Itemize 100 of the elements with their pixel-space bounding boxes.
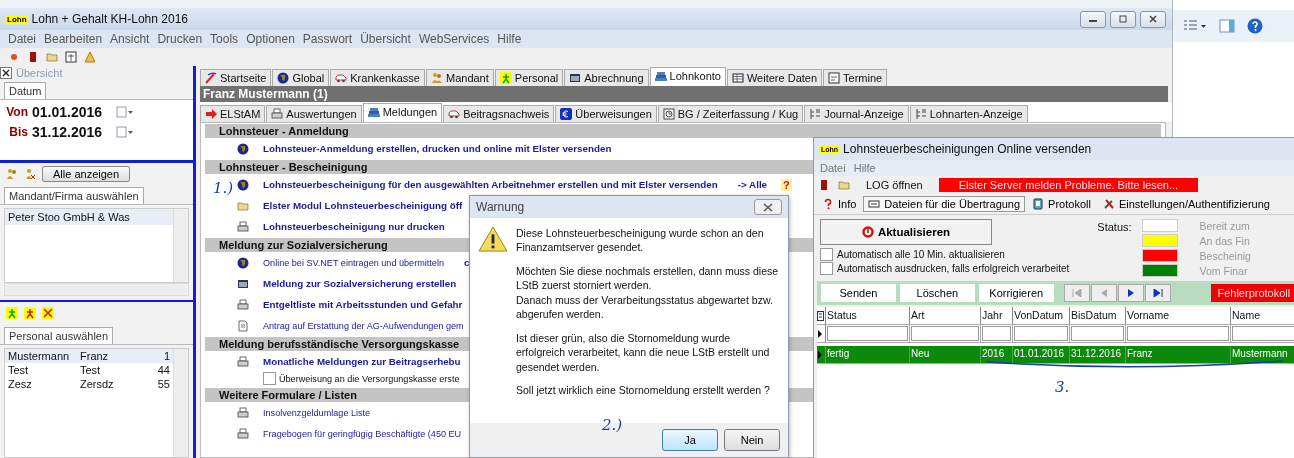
column-header[interactable]: BisDatum <box>1070 307 1126 324</box>
tab[interactable]: Termine <box>823 69 888 86</box>
last-button[interactable] <box>1144 284 1171 302</box>
filter-field[interactable] <box>1232 326 1294 341</box>
next-button[interactable] <box>1117 284 1144 302</box>
calendar-dropdown-icon[interactable] <box>116 106 134 119</box>
door-icon[interactable] <box>27 51 39 63</box>
tab[interactable]: Mandant/Firma auswählen <box>4 187 144 205</box>
calendar-icon[interactable] <box>65 51 77 63</box>
checkbox[interactable] <box>820 262 833 275</box>
link[interactable]: Monatliche Meldungen zur Beitragserhebu <box>263 356 461 367</box>
filter-field[interactable] <box>827 326 908 341</box>
tab[interactable]: Auswertungen <box>266 105 362 122</box>
column-header[interactable]: VonDatum <box>1013 307 1070 324</box>
menu-item[interactable]: Datei <box>816 162 850 174</box>
runner-icon[interactable] <box>24 307 36 320</box>
scrollbar[interactable] <box>173 209 188 282</box>
folder-icon[interactable] <box>838 179 850 191</box>
tab[interactable]: Weitere Daten <box>726 69 823 86</box>
error-log-button[interactable]: Fehlerprotokoll <box>1210 284 1294 302</box>
link[interactable]: Online bei SV.NET eintragen und übermitteln <box>263 257 444 268</box>
menu-item[interactable]: Ansicht <box>106 32 154 46</box>
checkbox[interactable] <box>263 372 276 385</box>
people-icon[interactable] <box>24 168 36 181</box>
link[interactable]: Elster Modul Lohnsteuerbescheinigung öff <box>263 200 463 211</box>
date-field[interactable]: 01.01.2016 <box>32 104 112 121</box>
column-header[interactable]: Art <box>910 307 981 324</box>
link[interactable]: c <box>464 257 470 268</box>
tab[interactable]: Dateien für die Übertragung <box>863 196 1026 212</box>
help-icon[interactable] <box>1247 18 1263 34</box>
menu-item[interactable]: Bearbeiten <box>40 32 107 46</box>
tab[interactable]: Startseite <box>200 69 272 86</box>
folder-icon[interactable] <box>46 51 58 63</box>
menu-item[interactable]: Hilfe <box>493 32 526 46</box>
minimize-button[interactable] <box>1080 10 1106 28</box>
door-icon[interactable] <box>818 179 830 191</box>
dialog-button[interactable]: Ja <box>662 429 718 451</box>
filter-field[interactable] <box>911 326 979 341</box>
tab[interactable]: Meldungen <box>362 103 443 122</box>
tab[interactable]: ELStAM <box>200 105 266 122</box>
tab[interactable]: Global <box>272 69 330 86</box>
tab[interactable]: Info <box>817 196 862 212</box>
tab[interactable]: Mandant <box>426 69 494 86</box>
filter-field[interactable] <box>1014 326 1068 341</box>
menu-item[interactable]: Datei <box>4 32 40 46</box>
table-row[interactable]: fertig Neu 2016 01.01.2016 31.12.2016 Franz Mustermann <box>817 346 1294 364</box>
action-button[interactable]: Senden <box>821 284 896 302</box>
warning-icon[interactable] <box>84 51 96 63</box>
list-row[interactable]: Zesz Zersdz 55 <box>5 376 173 391</box>
grid-icon[interactable] <box>817 310 824 321</box>
menu-item[interactable]: Tools <box>206 32 243 46</box>
tab[interactable]: Beitragsnachweis <box>443 105 555 122</box>
tab[interactable]: Personal auswählen <box>4 326 114 344</box>
link[interactable]: -> Alle <box>737 179 768 190</box>
tab[interactable]: Lohnkonto <box>649 67 726 86</box>
view-list-icon[interactable] <box>1183 19 1207 33</box>
tab[interactable]: BG / Zeiterfassung / Kug <box>657 105 804 122</box>
link[interactable]: Lohnsteuerbescheinigung nur drucken <box>263 221 445 232</box>
column-header[interactable]: Vorname <box>1126 307 1231 324</box>
link[interactable]: Lohnsteuerbescheinigung für den ausgewählten Arbeitnehmer erstellen und mit Elster versenden <box>263 179 718 190</box>
link[interactable]: Meldung zur Sozialversicherung erstellen <box>263 278 457 289</box>
menu-item[interactable]: Hilfe <box>849 162 880 174</box>
column-header[interactable]: Status <box>826 307 910 324</box>
filter-field[interactable] <box>982 326 1011 341</box>
menu-item[interactable]: Passwort <box>298 32 357 46</box>
show-all-button[interactable]: Alle anzeigen <box>42 166 131 183</box>
close-button[interactable] <box>754 199 782 215</box>
tab[interactable]: Personal <box>494 69 564 86</box>
scrollbar[interactable] <box>173 348 188 457</box>
tab[interactable]: Lohnarten-Anzeige <box>909 105 1028 122</box>
link[interactable]: Lohnsteuer-Anmeldung erstellen, drucken und online mit Elster versenden <box>263 143 612 154</box>
link[interactable]: Insolvenzgeldumlage Liste <box>263 407 371 418</box>
menu-item[interactable]: WebServices <box>414 32 494 46</box>
record-icon[interactable] <box>8 51 20 63</box>
link[interactable]: Antrag auf Erstattung der AG-Aufwendungen gem <box>263 320 464 331</box>
calendar-dropdown-icon[interactable] <box>116 126 134 139</box>
delete-icon[interactable] <box>42 307 54 320</box>
list-item[interactable]: Peter Stoo GmbH & Was <box>5 209 173 226</box>
tab[interactable]: Protokoll <box>1027 196 1096 212</box>
menu-item[interactable]: Drucken <box>153 32 207 46</box>
date-field[interactable]: 31.12.2016 <box>32 124 112 141</box>
runner-icon[interactable] <box>6 307 18 320</box>
refresh-button[interactable]: Aktualisieren <box>820 219 992 245</box>
action-button[interactable]: Korrigieren <box>978 284 1054 302</box>
menu-item[interactable]: Optionen <box>242 32 299 46</box>
tab[interactable]: Journal-Anzeige <box>804 105 909 122</box>
tab[interactable]: Datum <box>4 82 47 100</box>
menu-item[interactable]: Übersicht <box>356 32 415 46</box>
link[interactable]: Fragebogen für geringfügig Beschäftigte (450 EU <box>263 428 462 439</box>
preview-pane-icon[interactable] <box>1219 19 1235 33</box>
help-icon[interactable]: ? <box>781 178 792 191</box>
dialog-button[interactable]: Nein <box>724 429 780 451</box>
tab[interactable]: Abrechnung <box>564 69 649 86</box>
log-button[interactable]: LOG öffnen <box>866 179 923 191</box>
tab[interactable]: Krankenkasse <box>330 69 425 86</box>
filter-field[interactable] <box>1071 326 1124 341</box>
tab[interactable]: Einstellungen/Authentifizierung <box>1097 196 1275 212</box>
checkbox[interactable] <box>820 248 833 261</box>
people-icon[interactable] <box>6 168 18 181</box>
list-row[interactable]: Test Test 44 <box>5 362 173 377</box>
